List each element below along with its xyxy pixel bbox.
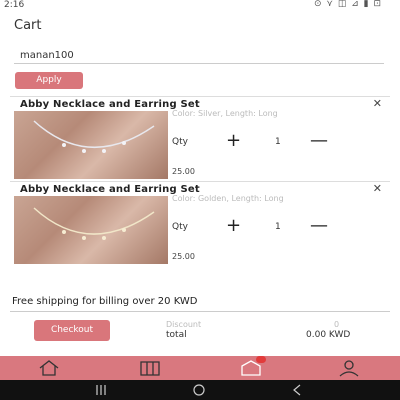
profile-icon[interactable] [336, 358, 362, 378]
remove-item-icon[interactable]: ✕ [373, 182, 382, 195]
apply-button[interactable]: Apply [15, 72, 83, 89]
decrease-qty-icon[interactable]: — [310, 130, 328, 151]
footer-divider [10, 311, 390, 312]
home-button-icon[interactable] [192, 384, 206, 396]
item-description: Color: Silver, Length: Long [172, 109, 278, 118]
checkout-button[interactable]: Checkout [34, 320, 110, 341]
status-bar: 2:16 ⊙ ⋎ ◫ ⊿ ▮ ⊡ [0, 0, 400, 12]
discount-label: Discount [166, 320, 202, 329]
qty-value: 1 [275, 222, 281, 232]
increase-qty-icon[interactable]: + [226, 130, 241, 151]
qty-value: 1 [275, 137, 281, 147]
decrease-qty-icon[interactable]: — [310, 215, 328, 236]
status-time: 2:16 [4, 0, 25, 10]
product-image[interactable] [14, 196, 168, 264]
back-icon[interactable] [290, 384, 304, 396]
home-icon[interactable] [36, 358, 62, 378]
necklace-graphic [33, 120, 155, 153]
shipping-note: Free shipping for billing over 20 KWD [12, 296, 198, 307]
item-description: Color: Golden, Length: Long [172, 194, 284, 203]
system-nav-bar [0, 380, 400, 400]
item-price: 25.00 [172, 167, 195, 176]
cart-item: Abby Necklace and Earring Set ✕ Color: S… [10, 96, 390, 181]
necklace-graphic [33, 207, 155, 240]
coupon-input[interactable] [14, 47, 384, 64]
product-image[interactable] [14, 111, 168, 179]
item-price: 25.00 [172, 252, 195, 261]
cart-badge [256, 356, 266, 363]
qty-label: Qty [172, 137, 188, 147]
remove-item-icon[interactable]: ✕ [373, 97, 382, 110]
discount-value: 0 [334, 320, 340, 329]
catalog-icon[interactable] [137, 358, 163, 378]
status-icons: ⊙ ⋎ ◫ ⊿ ▮ ⊡ [314, 0, 382, 9]
qty-label: Qty [172, 222, 188, 232]
total-label: total [166, 330, 187, 340]
page-title: Cart [14, 18, 42, 33]
bottom-nav [0, 356, 400, 380]
total-value: 0.00 KWD [306, 330, 351, 340]
recent-apps-icon[interactable] [94, 384, 108, 396]
cart-item: Abby Necklace and Earring Set ✕ Color: G… [10, 181, 390, 266]
cart-icon[interactable] [238, 356, 266, 378]
increase-qty-icon[interactable]: + [226, 215, 241, 236]
